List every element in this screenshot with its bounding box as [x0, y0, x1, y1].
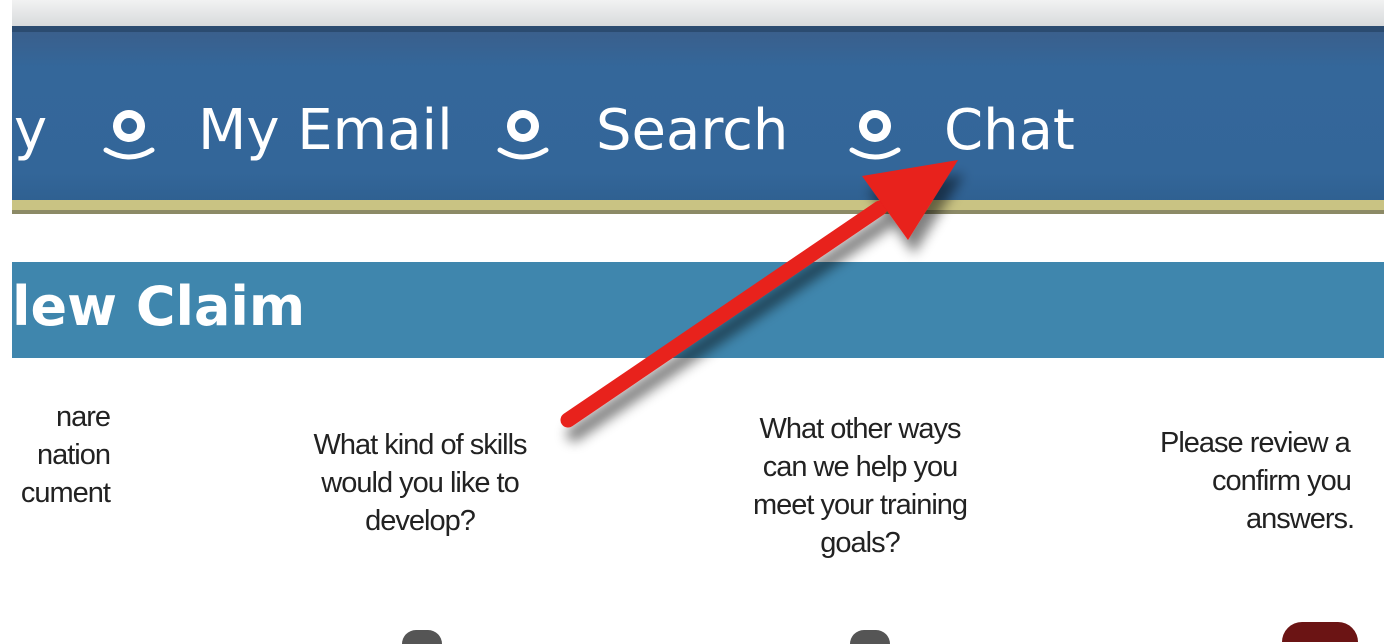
nav-item-chat[interactable]: Chat	[944, 96, 1075, 166]
browser-top-strip	[0, 0, 1384, 26]
user-icon	[497, 110, 549, 160]
user-icon	[849, 110, 901, 160]
nav-item-partial[interactable]: y	[14, 96, 47, 166]
step-text-2: What kind of skills would you like to de…	[313, 429, 527, 537]
nav-item-search[interactable]: Search	[596, 96, 788, 166]
step-icon	[402, 630, 442, 644]
step-icon	[850, 630, 890, 644]
nav-item-my-email[interactable]: My Email	[198, 96, 453, 166]
step-text-4: Please review a confirm you answers.	[1160, 427, 1355, 535]
avatar-icon	[1282, 622, 1358, 642]
section-title: lew Claim	[12, 275, 306, 338]
step-text-1: nare nation cument	[20, 401, 111, 509]
nav-bar-underline	[0, 200, 1384, 214]
left-frame-edge	[0, 0, 12, 641]
user-icon	[103, 110, 155, 160]
step-text-3: What other ways can we help you meet you…	[752, 413, 968, 559]
